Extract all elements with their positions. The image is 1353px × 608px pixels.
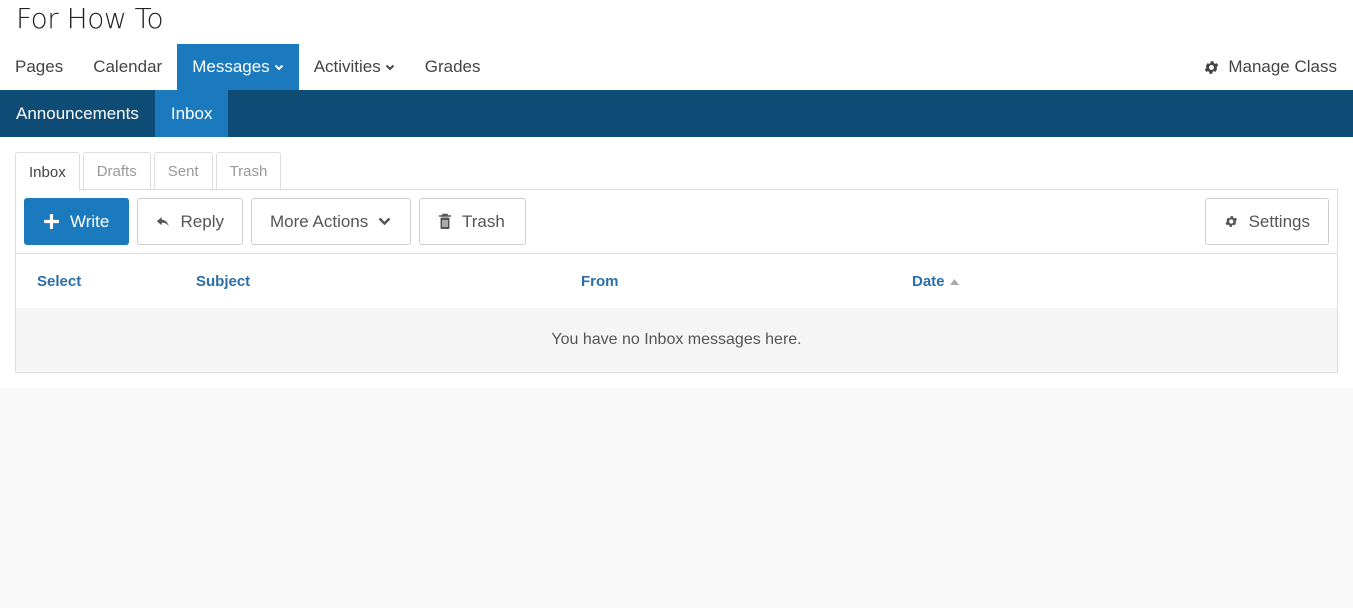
subnav-inbox[interactable]: Inbox bbox=[154, 90, 229, 137]
settings-label: Settings bbox=[1248, 211, 1310, 231]
more-actions-label: More Actions bbox=[270, 211, 369, 231]
manage-class-label: Manage Class bbox=[1228, 57, 1337, 76]
nav-activities-label: Activities bbox=[313, 57, 381, 76]
nav-calendar[interactable]: Calendar bbox=[78, 44, 177, 90]
tab-drafts[interactable]: Drafts bbox=[82, 152, 151, 190]
nav-pages[interactable]: Pages bbox=[0, 44, 78, 90]
column-subject-label: Subject bbox=[196, 273, 251, 290]
column-subject[interactable]: Subject bbox=[196, 254, 250, 309]
tab-sent[interactable]: Sent bbox=[153, 152, 213, 190]
nav-grades-label: Grades bbox=[424, 57, 481, 76]
reply-icon bbox=[156, 216, 169, 227]
tab-trash[interactable]: Trash bbox=[215, 152, 282, 190]
header: For How To Pages Calendar Messages Activ… bbox=[0, 0, 1353, 90]
chevron-down-icon bbox=[274, 64, 283, 71]
table-header: Select Subject From Date bbox=[16, 253, 1337, 308]
nav-grades[interactable]: Grades bbox=[410, 44, 496, 90]
trash-button[interactable]: Trash bbox=[419, 198, 526, 245]
trash-label: Trash bbox=[462, 211, 505, 231]
nav-pages-label: Pages bbox=[15, 57, 64, 76]
tab-inbox-label: Inbox bbox=[29, 163, 66, 181]
gear-icon bbox=[1225, 216, 1238, 227]
gear-icon bbox=[1205, 60, 1219, 74]
more-actions-button[interactable]: More Actions bbox=[251, 198, 411, 245]
nav-messages[interactable]: Messages bbox=[177, 44, 299, 90]
tab-trash-label: Trash bbox=[229, 163, 268, 180]
column-date-label: Date bbox=[912, 273, 945, 290]
tab-drafts-label: Drafts bbox=[96, 163, 137, 180]
inbox-panel: Write Reply More Actions Trash Settings … bbox=[15, 189, 1338, 373]
sort-up-icon bbox=[949, 278, 959, 285]
nav-activities[interactable]: Activities bbox=[299, 44, 410, 90]
settings-button[interactable]: Settings bbox=[1205, 198, 1329, 245]
messages-content: Inbox Drafts Sent Trash Write Reply More… bbox=[0, 137, 1353, 388]
column-select[interactable]: Select bbox=[37, 254, 81, 309]
main-nav: Pages Calendar Messages Activities Grade… bbox=[0, 44, 496, 90]
column-from-label: From bbox=[581, 273, 619, 290]
manage-class-link[interactable]: Manage Class bbox=[1203, 44, 1337, 90]
sub-nav: Announcements Inbox bbox=[0, 90, 1353, 137]
subnav-inbox-label: Inbox bbox=[170, 103, 213, 123]
subnav-announcements-label: Announcements bbox=[16, 103, 139, 123]
class-title: For How To bbox=[16, 2, 164, 35]
nav-messages-label: Messages bbox=[192, 57, 270, 76]
write-button[interactable]: Write bbox=[24, 198, 129, 245]
tab-inbox[interactable]: Inbox bbox=[15, 152, 80, 191]
subnav-announcements[interactable]: Announcements bbox=[0, 90, 155, 137]
reply-button[interactable]: Reply bbox=[137, 198, 243, 245]
empty-message: You have no Inbox messages here. bbox=[16, 308, 1337, 372]
write-label: Write bbox=[70, 211, 110, 231]
column-select-label: Select bbox=[37, 273, 82, 290]
chevron-down-icon bbox=[385, 64, 394, 71]
tab-sent-label: Sent bbox=[167, 163, 199, 180]
chevron-down-icon bbox=[378, 217, 391, 226]
column-date[interactable]: Date bbox=[912, 254, 959, 309]
toolbar: Write Reply More Actions Trash Settings bbox=[24, 198, 1329, 245]
folder-tabs: Inbox Drafts Sent Trash bbox=[15, 152, 284, 191]
trash-icon bbox=[439, 213, 451, 229]
reply-label: Reply bbox=[180, 211, 224, 231]
column-from[interactable]: From bbox=[581, 254, 619, 309]
plus-icon bbox=[44, 214, 59, 229]
nav-calendar-label: Calendar bbox=[93, 57, 163, 76]
